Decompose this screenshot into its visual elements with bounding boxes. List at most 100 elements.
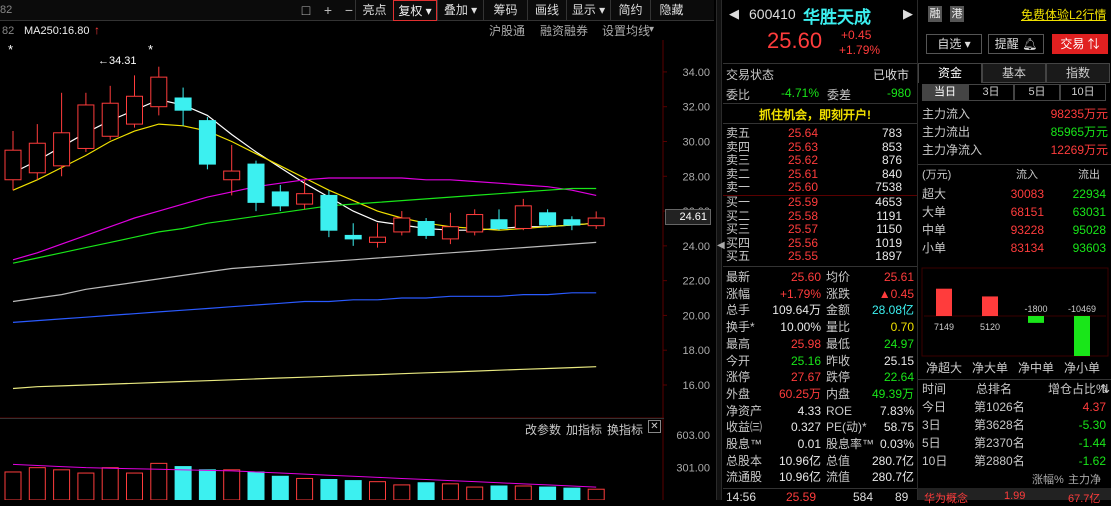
switch-indicator-link[interactable]: 换指标 (607, 421, 643, 438)
high-price-label: ←34.31 (98, 55, 137, 67)
volume-bar (320, 479, 338, 500)
candle (344, 223, 362, 246)
net-flow-label: 净超大 (926, 360, 962, 375)
fund-table-row: 大单 68151 63031 (922, 205, 1106, 219)
trade-button[interactable]: 交易 ⇅ (1052, 34, 1108, 54)
quote-stat-row: 涨停 27.67 跌停 22.64 (726, 370, 914, 385)
net-flow-label: 净小单 (1064, 361, 1100, 375)
prev-stock-icon[interactable]: ◀ (729, 6, 739, 22)
fund-table-row: 小单 83134 93603 (922, 241, 1106, 255)
toolbar-button-7[interactable]: 隐藏 (650, 0, 692, 21)
net-flow-label: 净中单 (1018, 360, 1054, 375)
ma-line-6 (12, 366, 597, 390)
last-price: 25.60 (767, 28, 823, 53)
candle (271, 184, 289, 212)
y-tick-label: 34.00 (682, 67, 710, 79)
dropdown-icon[interactable]: ▾ (649, 21, 654, 39)
candle (490, 209, 508, 231)
quote-stat-row: 最高 25.98 最低 24.97 (726, 336, 914, 351)
toolbar-button-5[interactable]: 显示 ▾ (566, 0, 610, 21)
volume-bar (223, 469, 241, 500)
y-tick-label: 30.00 (682, 136, 710, 148)
volume-tick-label: 603.00 (676, 430, 710, 442)
promo-link[interactable]: 免费体验L2行情 (1021, 6, 1106, 23)
volume-bar (4, 471, 22, 500)
net-flow-bar (982, 296, 998, 316)
order-ratio: -4.71% (781, 86, 820, 100)
order-diff: -980 (887, 86, 912, 100)
ma-line-0 (12, 99, 597, 231)
quote-stat-row: 净资产 4.33 ROE 7.83% (726, 403, 914, 418)
candle (514, 198, 532, 231)
volume-bar (53, 469, 71, 500)
fund-panel: 融 港 免费体验L2行情 自选 ▾ 提醒 🔔︎ 交易 ⇅ 资金 基本 指数 当日 3日… (917, 0, 1111, 505)
toolbar-button-6[interactable]: 简约 (610, 0, 650, 21)
volume-bar (247, 471, 265, 500)
candle (563, 216, 581, 231)
fund-tab-0[interactable]: 资金 (918, 63, 982, 83)
link-set-ma[interactable]: 设置均线 (602, 22, 650, 40)
candle (247, 160, 265, 212)
chart-subheader: 82 MA250:16.80 ↑ 沪股通 融资融券 设置均线 ▾ (2, 21, 655, 40)
window-icon[interactable]: □ (296, 0, 316, 21)
y-tick-label: 18.00 (682, 345, 710, 357)
plus-icon[interactable]: + (318, 0, 338, 21)
panel-splitter[interactable]: ◀ (716, 0, 725, 500)
period-tab-1[interactable]: 3日 (968, 84, 1014, 101)
volume-bar (101, 467, 119, 500)
add-indicator-link[interactable]: 加指标 (566, 421, 602, 438)
fund-table-row: 中单 93228 95028 (922, 223, 1106, 237)
ma-arrow-icon: ↑ (94, 23, 100, 37)
open-account-link[interactable]: 抓住机会，即刻开户! (759, 106, 871, 123)
quote-stat-row: 外盘 60.25万 内盘 49.39万 (726, 386, 914, 401)
toolbar-button-1[interactable]: 复权 ▾ (393, 0, 437, 21)
rank-row: 10日 第2880名 -1.62 (922, 454, 1106, 468)
quote-stat-row: 收益㈢ 0.327 PE(动)* 58.75 (726, 420, 914, 435)
toolbar-button-4[interactable]: 画线 (527, 0, 566, 21)
volume-bar (587, 488, 605, 500)
volume-bar (393, 484, 411, 500)
link-margin[interactable]: 融资融券 (540, 22, 588, 40)
candle (466, 209, 484, 236)
period-tab-0[interactable]: 当日 (922, 84, 968, 101)
candle (198, 117, 216, 170)
volume-bar (369, 481, 386, 500)
net-flow-value: -10469 (1068, 304, 1096, 314)
link-hugutong[interactable]: 沪股通 (489, 22, 525, 40)
main-flow-row: 主力流入 98235万元 (922, 107, 1108, 121)
order-book-row: 卖五 25.64 783 (726, 126, 902, 140)
rank-row: 3日 第3628名 -5.30 (922, 418, 1106, 432)
order-book-row: 卖一 25.60 7538 (726, 180, 902, 195)
y-tick-label: 22.00 (682, 276, 710, 288)
candle (441, 212, 459, 245)
watchlist-button[interactable]: 自选 ▾ (926, 34, 982, 54)
current-price-marker: 24.61 (665, 209, 711, 225)
fund-tab-2[interactable]: 指数 (1046, 63, 1110, 83)
rank-row: 今日 第1026名 4.37 (922, 400, 1106, 414)
order-book-row: 买五 25.55 1897 (726, 249, 902, 264)
price-change-pct: +1.79% (839, 43, 881, 57)
edit-params-link[interactable]: 改参数 (525, 421, 561, 438)
volume-bar (198, 469, 216, 500)
quote-stat-row: 涨幅 +1.79% 涨跌 ▲0.45 (726, 286, 914, 301)
indicator-header: 改参数 加指标 换指标 ✕ (0, 418, 664, 438)
candle (53, 92, 71, 177)
toolbar-button-2[interactable]: 叠加 ▾ (437, 0, 483, 21)
volume-bar (174, 466, 192, 500)
chart-toolbar: 82 □ + − 亮点 复权 ▾ 叠加 ▾ 筹码 画线 显示 ▾ 简约 隐藏 (0, 0, 714, 21)
y-tick-label: 32.00 (682, 102, 710, 114)
next-stock-icon[interactable]: ▶ (903, 6, 913, 22)
close-icon[interactable]: ✕ (648, 420, 661, 433)
volume-bar (77, 472, 95, 500)
toolbar-button-0[interactable]: 亮点 (355, 0, 393, 21)
quote-stat-row: 总手 109.64万 金额 28.08亿 (726, 303, 914, 318)
fund-tab-1[interactable]: 基本 (982, 63, 1046, 83)
sort-icon[interactable]: ⇅ (1100, 381, 1110, 397)
period-tab-3[interactable]: 10日 (1060, 84, 1106, 101)
order-book-row: 买三 25.57 1150 (726, 222, 902, 237)
rank-row: 5日 第2370名 -1.44 (922, 436, 1106, 450)
toolbar-button-3[interactable]: 筹码 (483, 0, 527, 21)
alert-button[interactable]: 提醒 🔔︎ (988, 34, 1044, 54)
volume-bar (344, 480, 362, 500)
period-tab-2[interactable]: 5日 (1014, 84, 1060, 101)
